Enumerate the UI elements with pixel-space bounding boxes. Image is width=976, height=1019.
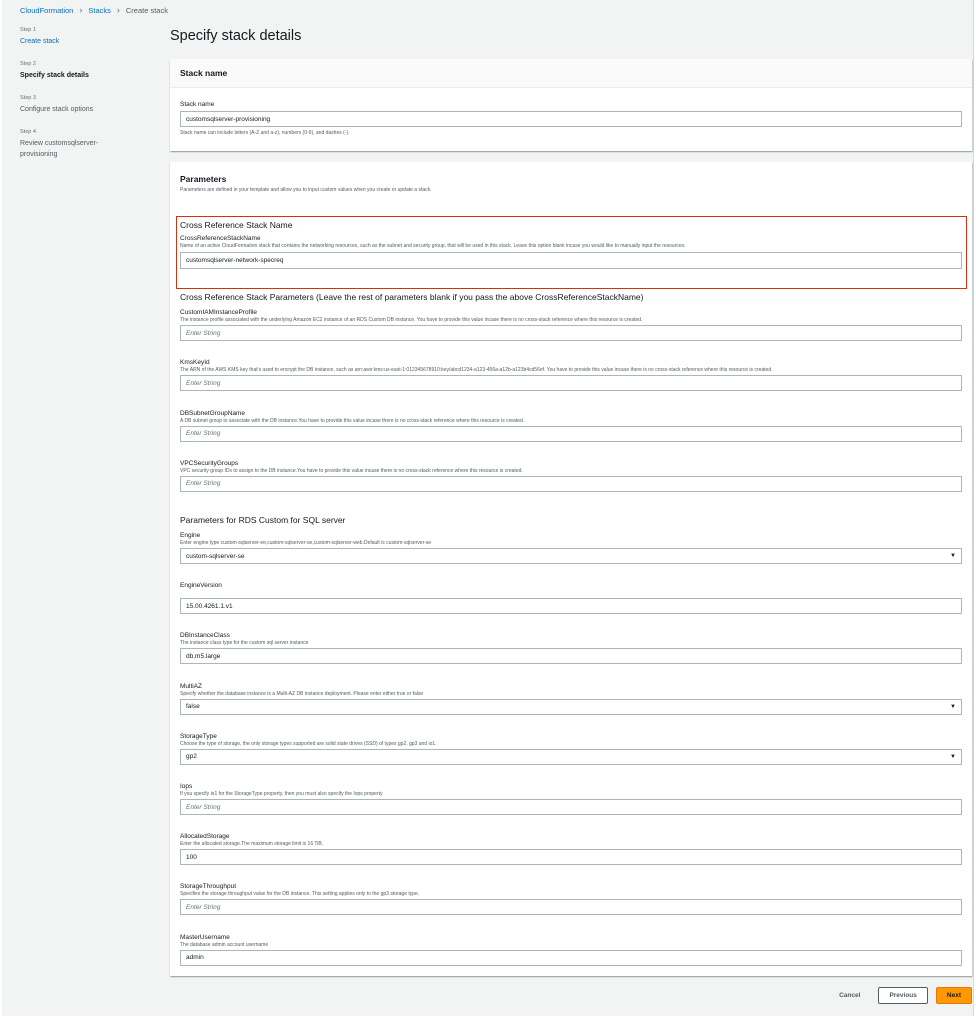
step-number: Step 1	[20, 27, 36, 33]
storage-type-select[interactable]: gp2 ▼	[180, 748, 962, 765]
field-description: VPC security group IDs to assign to the …	[180, 467, 523, 474]
cancel-button[interactable]: Cancel	[829, 987, 870, 1004]
panel-title: Parameters	[180, 174, 227, 184]
parameter-field: MultiAZ Specify whether the database inst…	[180, 683, 962, 715]
caret-down-icon: ▼	[950, 553, 956, 559]
field-label: VPCSecurityGroups	[180, 459, 239, 467]
field-label: EngineVersion	[180, 582, 222, 590]
breadcrumb-current: Create stack	[125, 5, 168, 15]
stack-name-input[interactable]: customsqlserver-provisioning	[180, 111, 962, 127]
parameter-field: EngineVersion 15.00.4261.1.v1	[180, 582, 962, 615]
field-description: If you specify io1 for the StorageType p…	[180, 791, 383, 797]
parameter-field: CustomIAMInstanceProfile The instance pro…	[180, 309, 962, 341]
field-label: KmsKeyId	[180, 359, 210, 367]
step-label: Review customsqlserver-provisioning	[20, 140, 99, 158]
parameter-field: AllocatedStorage Enter the allocated stor…	[180, 833, 962, 866]
parameter-field: KmsKeyId The ARN of the AWS KMS key that'…	[180, 359, 962, 392]
step-1: Step 1 Create stack	[20, 27, 150, 47]
step-label: Configure stack options	[20, 106, 94, 113]
panel-title: Stack name	[170, 59, 972, 88]
parameter-field: DBSubnetGroupName A DB subnet group to as…	[180, 410, 962, 442]
stack-name-panel: Stack name Stack name customsqlserver-pr…	[170, 59, 972, 151]
field-description: Enter the allocated storage.The maximum …	[180, 841, 324, 848]
field-label: MasterUsername	[180, 933, 230, 941]
field-description	[180, 590, 962, 597]
previous-button[interactable]: Previous	[878, 987, 928, 1004]
master-username-input[interactable]: admin	[180, 949, 962, 966]
field-description: The instance profile associated with the…	[180, 317, 643, 323]
parameter-field: Iops If you specify io1 for the StorageTy…	[180, 783, 962, 815]
engine-version-input[interactable]: 15.00.4261.1.v1	[180, 598, 962, 615]
field-label: DBSubnetGroupName	[180, 409, 246, 417]
step-link-create-stack[interactable]: Create stack	[20, 36, 150, 47]
parameter-field: DBInstanceClass The instance class type f…	[180, 632, 962, 665]
step-3: Step 3 Configure stack options	[20, 95, 150, 115]
field-description: Specify whether the database instance is…	[180, 690, 424, 697]
field-label: Iops	[180, 783, 193, 790]
field-label: StorageType	[180, 732, 217, 740]
dbsubnet-group-name-input[interactable]: Enter String	[180, 425, 962, 442]
breadcrumb-cloudformation[interactable]: CloudFormation	[20, 6, 73, 15]
step-current-label: Specify stack details	[20, 72, 89, 79]
footer-actions: Cancel Previous Next	[829, 987, 972, 1004]
panel-description: Parameters are defined in your template …	[180, 187, 432, 193]
field-label: CustomIAMInstanceProfile	[180, 309, 257, 316]
parameter-field: VPCSecurityGroups VPC security group IDs …	[180, 460, 962, 492]
field-description: A DB subnet group to associate with the …	[180, 417, 525, 424]
kms-key-id-input[interactable]: Enter String	[180, 375, 962, 392]
field-hint: Stack name can include letters (A-Z and …	[180, 130, 350, 136]
dbinstance-class-input[interactable]: db.m5.large	[180, 648, 962, 665]
parameter-field: Engine Enter engine type custom-sqlserver…	[180, 532, 962, 564]
select-value: custom-sqlserver-se	[186, 552, 245, 560]
field-label: StorageThroughput	[180, 883, 237, 891]
iops-input[interactable]: Enter String	[180, 799, 962, 815]
field-label: Engine	[180, 532, 201, 539]
caret-down-icon: ▼	[950, 703, 956, 710]
parameter-field: StorageThroughput Specifies the storage t…	[180, 883, 962, 916]
allocated-storage-input[interactable]: 100	[180, 849, 962, 866]
field-description: Specifies the storage throughput value f…	[180, 891, 420, 898]
field-description: The instance class type for the custom s…	[180, 640, 309, 647]
page-title: Specify stack details	[170, 28, 302, 44]
field-description: The ARN of the AWS KMS key that's used t…	[180, 367, 773, 374]
field-label: AllocatedStorage	[180, 833, 230, 841]
multi-az-select[interactable]: false ▼	[180, 698, 962, 715]
storage-throughput-input[interactable]: Enter String	[180, 899, 962, 916]
field-label: Stack name	[180, 101, 215, 108]
section-heading: Parameters for RDS Custom for SQL server	[180, 515, 346, 525]
next-button[interactable]: Next	[935, 987, 972, 1004]
select-value: gp2	[186, 753, 197, 761]
field-label: MultiAZ	[180, 682, 203, 690]
highlight-annotation	[176, 216, 967, 289]
step-2: Step 2 Specify stack details	[20, 61, 150, 81]
parameter-field: StorageType Choose the type of storage, t…	[180, 733, 962, 765]
field-description: Choose the type of storage, the only sto…	[180, 740, 437, 747]
chevron-right-icon: ›	[116, 5, 120, 15]
step-4: Step 4 Review customsqlserver-provisioni…	[20, 129, 150, 160]
step-number: Step 3	[20, 95, 36, 101]
caret-down-icon: ▼	[950, 753, 956, 760]
custom-iaminstance-profile-input[interactable]: Enter String	[180, 325, 962, 341]
breadcrumb: CloudFormation › Stacks › Create stack	[20, 5, 168, 15]
step-number: Step 2	[20, 61, 36, 67]
engine-select[interactable]: custom-sqlserver-se ▼	[180, 548, 962, 564]
vpcsecurity-groups-input[interactable]: Enter String	[180, 475, 962, 492]
breadcrumb-stacks[interactable]: Stacks	[88, 6, 111, 15]
field-description: Enter engine type custom-sqlserver-ee,cu…	[180, 540, 432, 546]
wizard-steps: Step 1 Create stack Step 2 Specify stack…	[20, 27, 150, 174]
parameter-field: MasterUsername The database admin account…	[180, 934, 962, 966]
section-heading: Cross Reference Stack Parameters (Leave …	[180, 292, 644, 302]
chevron-right-icon: ›	[79, 5, 83, 15]
step-number: Step 4	[20, 129, 36, 135]
field-label: DBInstanceClass	[180, 632, 230, 640]
field-description: The database admin account username	[180, 941, 269, 948]
select-value: false	[186, 703, 200, 711]
